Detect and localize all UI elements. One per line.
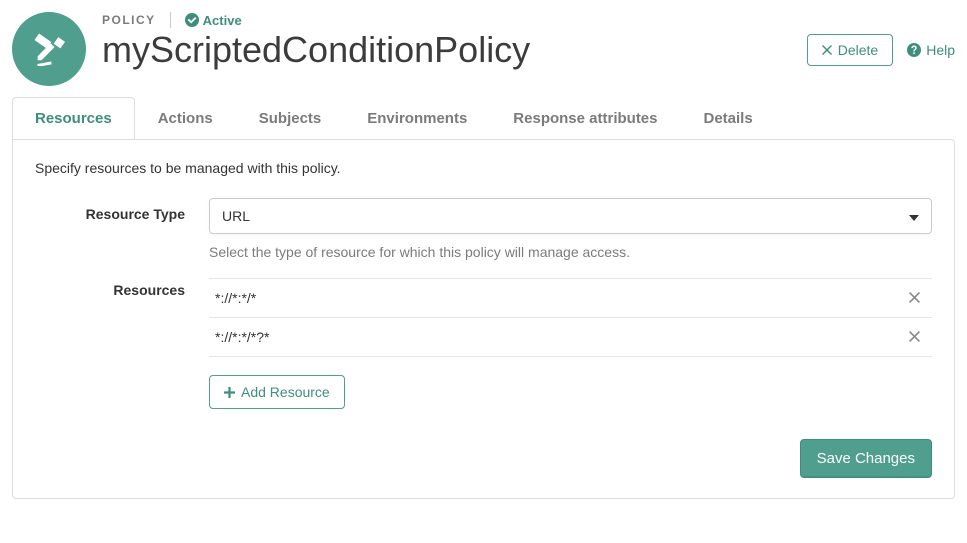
resources-label: Resources	[35, 274, 185, 298]
help-link[interactable]: Help	[907, 42, 955, 58]
resource-text: *://*:*/*	[215, 290, 903, 306]
close-icon	[909, 292, 920, 303]
tab-resources[interactable]: Resources	[12, 97, 135, 140]
tab-environments[interactable]: Environments	[344, 97, 490, 140]
resource-type-value: URL	[222, 208, 250, 224]
delete-button[interactable]: Delete	[807, 34, 893, 66]
resource-type-label: Resource Type	[35, 198, 185, 222]
resource-item: *://*:*/*	[209, 278, 932, 318]
tab-subjects[interactable]: Subjects	[236, 97, 345, 140]
intro-text: Specify resources to be managed with thi…	[35, 160, 932, 176]
check-circle-icon	[185, 13, 199, 27]
remove-resource-button[interactable]	[903, 329, 926, 345]
policy-badge: POLICY	[102, 13, 156, 27]
help-icon	[907, 43, 921, 57]
divider	[170, 12, 171, 28]
plus-icon	[224, 387, 235, 398]
resource-text: *://*:*/*?*	[215, 329, 903, 345]
tabs: Resources Actions Subjects Environments …	[12, 96, 955, 139]
add-resource-button[interactable]: Add Resource	[209, 375, 345, 409]
gavel-icon	[12, 12, 86, 86]
status-badge: Active	[185, 13, 242, 28]
tab-actions[interactable]: Actions	[135, 97, 236, 140]
page-title: myScriptedConditionPolicy	[102, 30, 791, 70]
save-changes-button[interactable]: Save Changes	[800, 439, 932, 478]
caret-down-icon	[909, 208, 919, 224]
close-icon	[909, 331, 920, 342]
resource-item: *://*:*/*?*	[209, 318, 932, 357]
tab-details[interactable]: Details	[681, 97, 776, 140]
tab-panel: Specify resources to be managed with thi…	[12, 139, 955, 499]
resource-list: *://*:*/* *://*:*/*?*	[209, 278, 932, 357]
resource-type-hint: Select the type of resource for which th…	[209, 244, 932, 260]
remove-resource-button[interactable]	[903, 290, 926, 306]
close-icon	[822, 45, 832, 55]
tab-response-attributes[interactable]: Response attributes	[490, 97, 680, 140]
resource-type-select[interactable]: URL	[209, 198, 932, 234]
